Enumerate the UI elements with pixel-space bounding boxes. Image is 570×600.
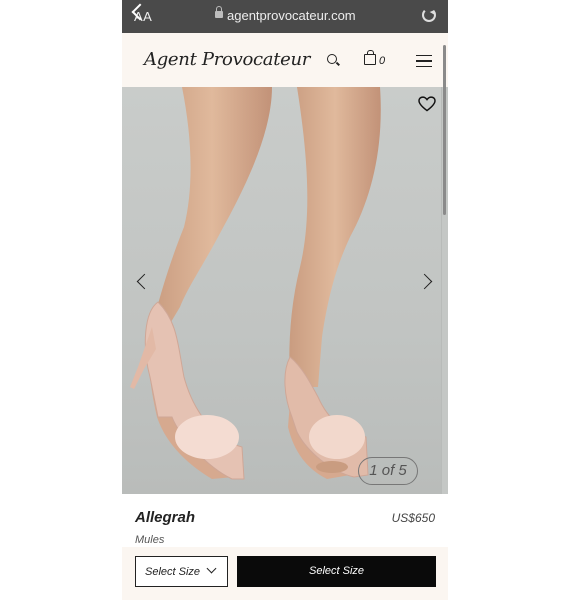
address-pill[interactable]: AA agentprovocateur.com (122, 0, 448, 33)
product-name: Allegrah (135, 509, 196, 526)
reload-icon[interactable] (422, 8, 436, 22)
browser-address-bar[interactable]: AA agentprovocateur.com (122, 0, 448, 33)
heart-icon[interactable] (418, 96, 436, 112)
select-size-button[interactable]: Select Size (237, 556, 436, 587)
brand-logo[interactable]: Agent Provocateur (144, 49, 310, 70)
menu-icon[interactable] (416, 55, 432, 67)
site-header: Agent Provocateur 0 (122, 33, 448, 87)
size-dropdown[interactable]: Select Size (135, 556, 228, 587)
product-price: US$650 (391, 511, 435, 525)
phone-frame: AA agentprovocateur.com Agent Provocateu… (122, 0, 448, 600)
size-dropdown-label: Select Size (145, 566, 201, 578)
chevron-down-icon (206, 563, 217, 574)
scrollbar[interactable] (443, 45, 446, 215)
search-icon[interactable] (327, 54, 337, 64)
lock-icon (215, 6, 223, 18)
product-category: Mules (135, 534, 165, 546)
product-image[interactable]: 1 of 5 (122, 87, 448, 494)
shoe-photo (130, 87, 381, 480)
bag-icon[interactable] (364, 50, 376, 65)
purchase-bar: Select Size Select Size (122, 547, 448, 600)
image-counter: 1 of 5 (358, 457, 418, 485)
bag-count: 0 (379, 55, 386, 67)
url-text[interactable]: agentprovocateur.com (227, 8, 356, 23)
